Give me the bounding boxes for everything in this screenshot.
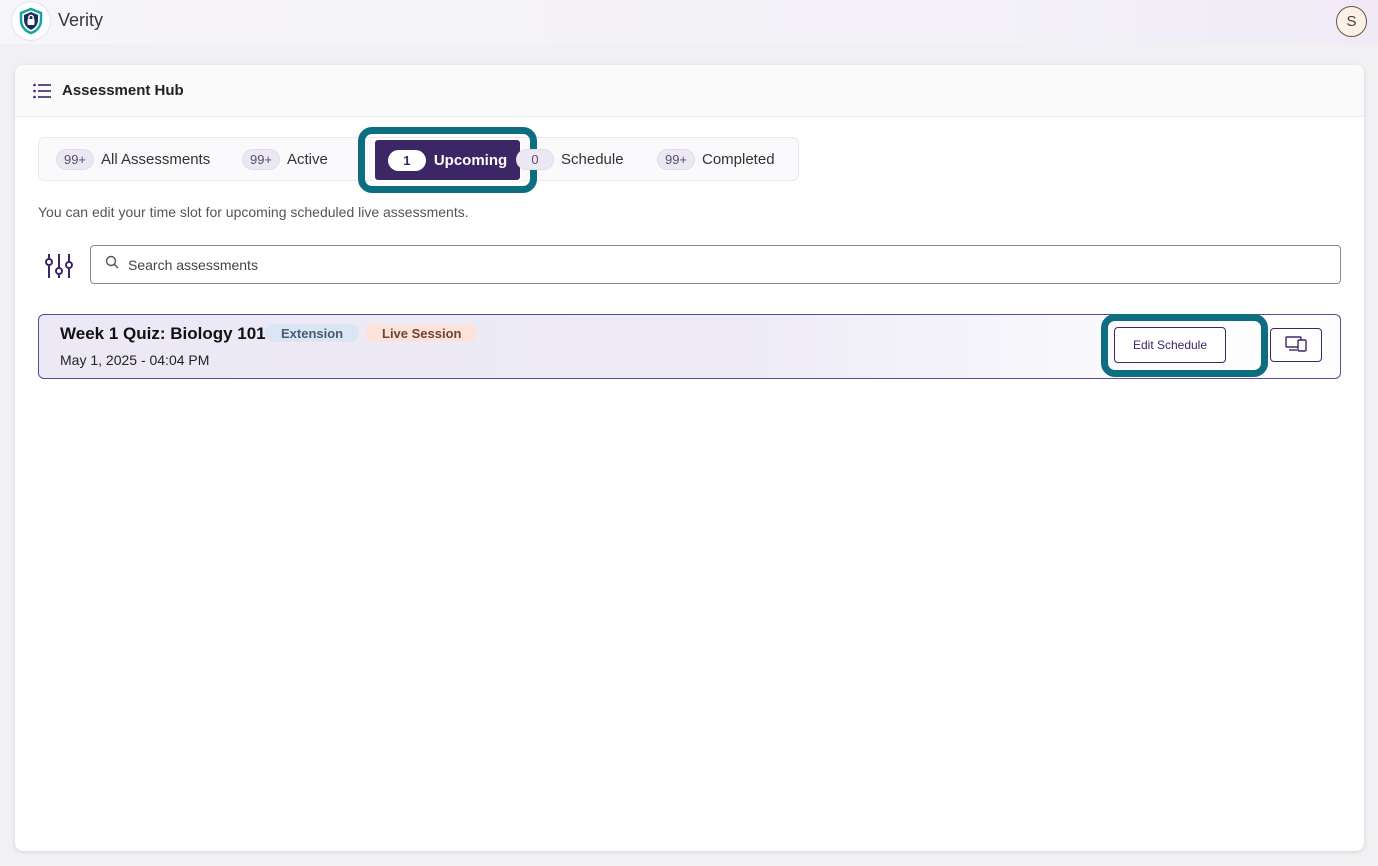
avatar[interactable]: S bbox=[1336, 6, 1367, 37]
page-title: Assessment Hub bbox=[62, 82, 184, 99]
tab-completed[interactable]: 99+ Completed bbox=[657, 138, 775, 180]
extension-badge: Extension bbox=[265, 324, 360, 342]
tab-label: Upcoming bbox=[433, 151, 508, 169]
search-box bbox=[90, 245, 1341, 284]
search-input[interactable] bbox=[128, 256, 1278, 273]
assessment-date: May 1, 2025 - 04:04 PM bbox=[60, 352, 210, 368]
list-item[interactable]: Week 1 Quiz: Biology 101 Extension Live … bbox=[38, 314, 1341, 379]
tab-active[interactable]: 99+ Active bbox=[242, 138, 328, 180]
edit-schedule-button[interactable]: Edit Schedule bbox=[1114, 327, 1226, 363]
assessment-tabs: 99+ All Assessments 99+ Active 1 Upcomin… bbox=[38, 127, 799, 193]
tab-count: 99+ bbox=[657, 148, 695, 170]
tab-label: All Assessments bbox=[101, 150, 211, 168]
tab-count: 1 bbox=[387, 149, 426, 171]
tab-count: 0 bbox=[516, 148, 554, 170]
brand-name: Verity bbox=[58, 10, 104, 30]
shield-lock-icon[interactable] bbox=[12, 2, 50, 40]
tab-count: 99+ bbox=[242, 148, 280, 170]
live-session-badge: Live Session bbox=[366, 324, 478, 342]
tab-upcoming[interactable]: 1 Upcoming bbox=[373, 138, 522, 182]
edit-highlight-ring: Edit Schedule bbox=[1101, 314, 1268, 377]
tab-label: Schedule bbox=[561, 150, 624, 168]
tab-highlight-ring: 1 Upcoming bbox=[358, 127, 537, 193]
top-bar: Verity S bbox=[0, 0, 1378, 44]
tab-count: 99+ bbox=[56, 148, 94, 170]
tab-label: Active bbox=[287, 150, 328, 168]
devices-icon bbox=[1285, 335, 1307, 355]
tab-schedule[interactable]: 0 Schedule bbox=[516, 138, 624, 180]
tab-label: Completed bbox=[702, 150, 775, 168]
assessment-title: Week 1 Quiz: Biology 101 bbox=[60, 324, 266, 343]
tab-all-assessments[interactable]: 99+ All Assessments bbox=[56, 138, 210, 180]
device-check-button[interactable] bbox=[1270, 328, 1322, 362]
card-header: Assessment Hub bbox=[15, 65, 1364, 117]
filter-sliders-icon[interactable] bbox=[45, 252, 73, 285]
info-note: You can edit your time slot for upcoming… bbox=[38, 204, 469, 220]
list-icon bbox=[33, 83, 51, 104]
search-icon bbox=[105, 255, 119, 274]
assessment-hub-card: Assessment Hub 99+ All Assessments 99+ A… bbox=[15, 65, 1364, 851]
